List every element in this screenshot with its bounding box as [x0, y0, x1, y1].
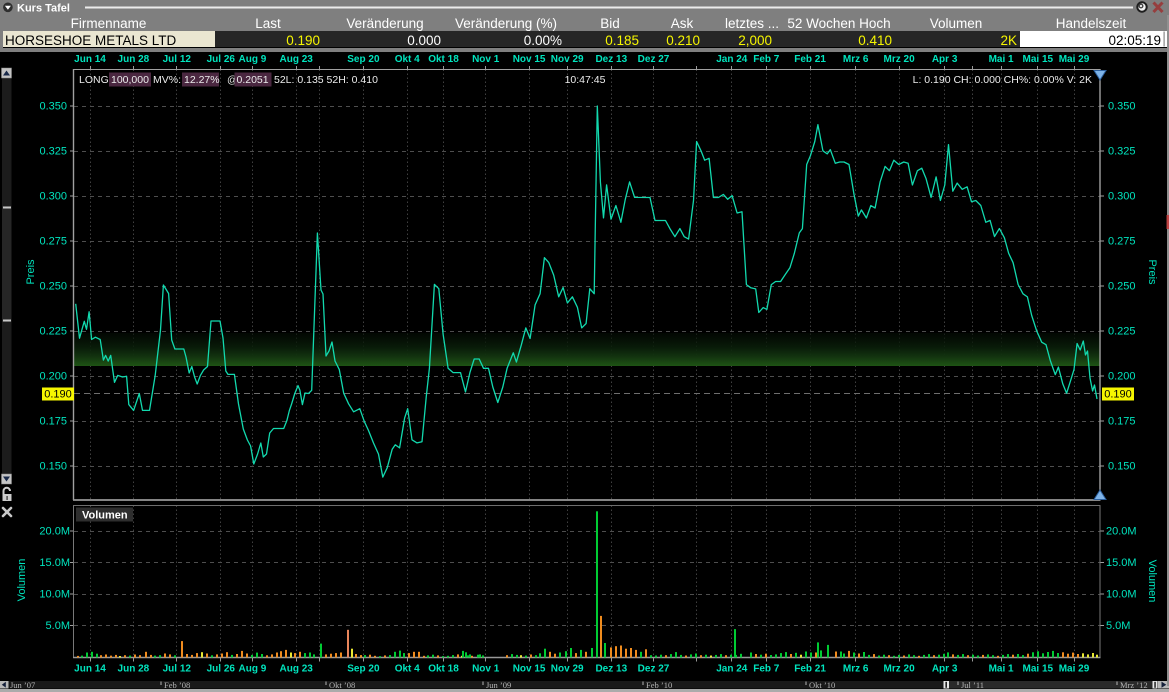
svg-text:12.27%: 12.27%	[184, 74, 220, 86]
svg-text:Volumen: Volumen	[16, 559, 28, 602]
svg-text:Jul 26: Jul 26	[207, 664, 236, 675]
svg-text:10:47:45: 10:47:45	[565, 74, 606, 86]
svg-text:Okt 4: Okt 4	[395, 54, 420, 65]
svg-text:0.275: 0.275	[39, 236, 67, 248]
svg-text:Okt 18: Okt 18	[428, 54, 459, 65]
svg-text:Jun 14: Jun 14	[74, 664, 106, 675]
svg-text:Jul 12: Jul 12	[163, 664, 192, 675]
svg-text:0.300: 0.300	[39, 191, 67, 203]
svg-text:Mai 1: Mai 1	[989, 664, 1014, 675]
svg-text:0.300: 0.300	[1108, 191, 1136, 203]
svg-text:Volumen: Volumen	[82, 510, 128, 522]
svg-text:Nov 1: Nov 1	[472, 664, 500, 675]
svg-text:Sep 20: Sep 20	[347, 664, 380, 675]
svg-text:0.325: 0.325	[1108, 146, 1136, 158]
svg-text:Preis: Preis	[25, 259, 37, 285]
svg-text:0.350: 0.350	[39, 101, 67, 113]
svg-text:15.0M: 15.0M	[39, 557, 70, 569]
svg-text:0.190: 0.190	[44, 389, 72, 401]
svg-text:Nov 29: Nov 29	[551, 54, 584, 65]
svg-text:Mai 15: Mai 15	[1023, 664, 1054, 675]
svg-text:0.150: 0.150	[1108, 461, 1136, 473]
svg-text:0.350: 0.350	[1108, 101, 1136, 113]
svg-text:5.0M: 5.0M	[46, 620, 70, 632]
svg-text:Mai 15: Mai 15	[1023, 54, 1054, 65]
svg-text:0.225: 0.225	[39, 326, 67, 338]
svg-text:Aug 9: Aug 9	[239, 664, 267, 675]
svg-text:Nov 15: Nov 15	[513, 54, 546, 65]
svg-text:Jun 28: Jun 28	[118, 54, 150, 65]
svg-text:Mrz 20: Mrz 20	[884, 664, 916, 675]
svg-text:MV%:: MV%:	[153, 74, 181, 86]
svg-text:Volumen: Volumen	[1146, 560, 1158, 603]
svg-text:10.0M: 10.0M	[1106, 589, 1137, 601]
svg-text:Apr 3: Apr 3	[932, 54, 958, 65]
svg-text:Apr 3: Apr 3	[932, 664, 958, 675]
svg-text:0.200: 0.200	[39, 371, 67, 383]
svg-text:0.250: 0.250	[1108, 281, 1136, 293]
svg-text:Feb 7: Feb 7	[753, 664, 780, 675]
svg-text:Okt 18: Okt 18	[428, 664, 459, 675]
svg-text:0.2051: 0.2051	[237, 74, 269, 86]
svg-text:0.200: 0.200	[1108, 371, 1136, 383]
svg-text:Mrz 6: Mrz 6	[843, 54, 869, 65]
svg-text:Feb 7: Feb 7	[753, 54, 780, 65]
svg-text:Nov 1: Nov 1	[472, 54, 500, 65]
svg-text:Aug 23: Aug 23	[280, 664, 314, 675]
svg-text:20.0M: 20.0M	[1106, 526, 1137, 538]
svg-text:L: 0.190 CH: 0.000 CH%: 0.00%: L: 0.190 CH: 0.000 CH%: 0.00% V: 2K	[913, 74, 1092, 86]
svg-text:Jul 12: Jul 12	[163, 54, 192, 65]
svg-text:Mai 29: Mai 29	[1059, 664, 1090, 675]
svg-text:Preis: Preis	[1146, 259, 1158, 285]
svg-text:Mrz 6: Mrz 6	[843, 664, 869, 675]
svg-text:10.0M: 10.0M	[39, 589, 70, 601]
svg-text:0.150: 0.150	[39, 461, 67, 473]
svg-text:Aug 9: Aug 9	[239, 54, 267, 65]
svg-text:Jan 24: Jan 24	[716, 664, 748, 675]
svg-text:Nov 29: Nov 29	[551, 664, 584, 675]
svg-text:0.225: 0.225	[1108, 326, 1136, 338]
svg-text:Mrz 20: Mrz 20	[884, 54, 916, 65]
svg-text:Dez 13: Dez 13	[595, 54, 627, 65]
svg-text:0.175: 0.175	[1108, 416, 1136, 428]
svg-text:Jul 26: Jul 26	[207, 54, 236, 65]
svg-text:0.275: 0.275	[1108, 236, 1136, 248]
svg-text:Dez 27: Dez 27	[638, 54, 670, 65]
svg-text:Okt 4: Okt 4	[395, 664, 420, 675]
svg-text:LONG: LONG	[79, 74, 109, 86]
svg-text:Feb 21: Feb 21	[794, 664, 826, 675]
svg-text:5.0M: 5.0M	[1106, 620, 1130, 632]
svg-text:Mai 1: Mai 1	[989, 54, 1014, 65]
svg-text:0.250: 0.250	[39, 281, 67, 293]
svg-text:Jun 14: Jun 14	[74, 54, 106, 65]
svg-text:Jun 28: Jun 28	[118, 664, 150, 675]
svg-text:Nov 15: Nov 15	[513, 664, 546, 675]
svg-text:0.190: 0.190	[1104, 389, 1132, 401]
svg-text:0.175: 0.175	[39, 416, 67, 428]
svg-text:Mai 29: Mai 29	[1059, 54, 1090, 65]
svg-text:15.0M: 15.0M	[1106, 557, 1137, 569]
svg-text:Dez 27: Dez 27	[638, 664, 670, 675]
svg-text:100,000: 100,000	[111, 74, 149, 86]
svg-text:20.0M: 20.0M	[39, 526, 70, 538]
svg-text:52L: 0.135 52H: 0.410: 52L: 0.135 52H: 0.410	[274, 74, 378, 86]
svg-text:Feb 21: Feb 21	[794, 54, 826, 65]
svg-text:Dez 13: Dez 13	[595, 664, 627, 675]
svg-text:Jan 24: Jan 24	[716, 54, 748, 65]
svg-text:Aug 23: Aug 23	[280, 54, 314, 65]
svg-text:Sep 20: Sep 20	[347, 54, 380, 65]
svg-text:0.325: 0.325	[39, 146, 67, 158]
